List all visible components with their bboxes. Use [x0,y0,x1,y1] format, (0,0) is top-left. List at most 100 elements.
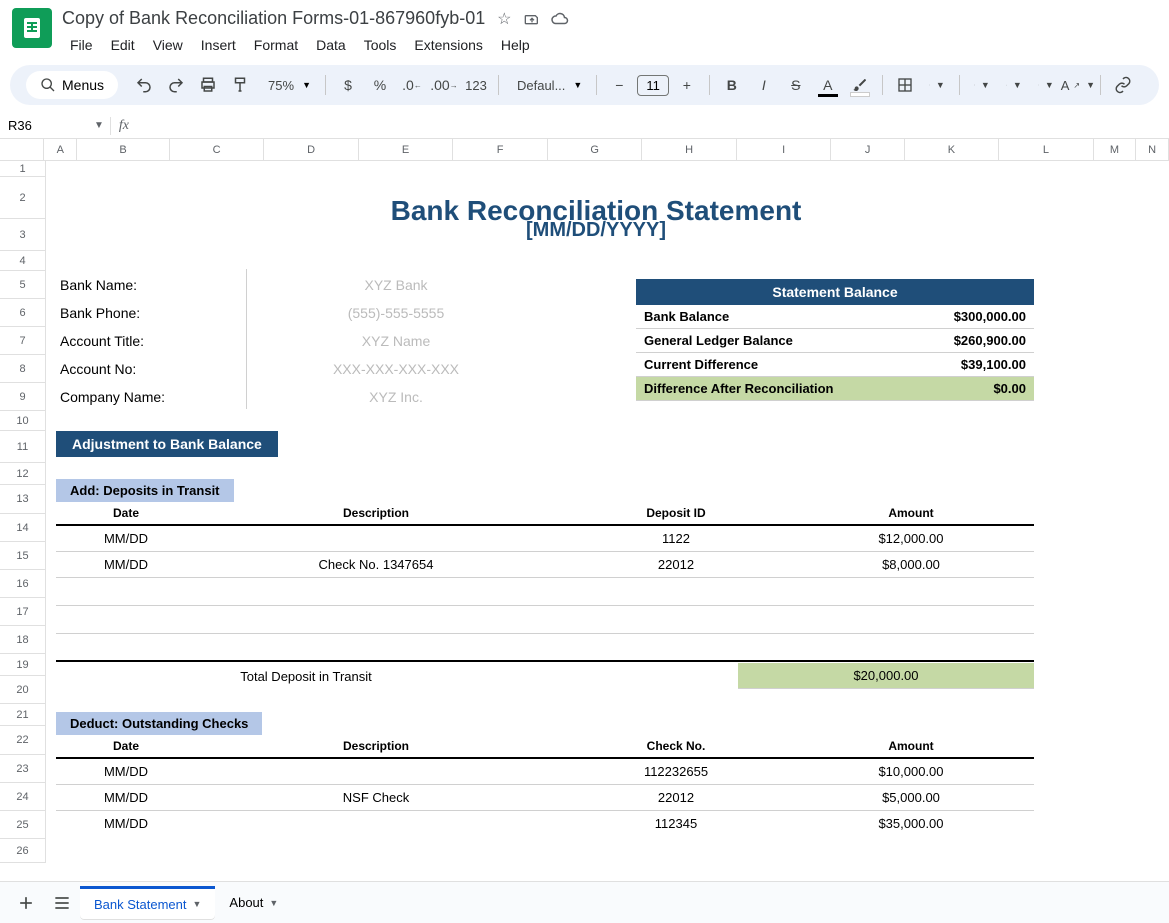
table-row[interactable]: MM/DD1122$12,000.00 [56,526,1034,552]
row-header-13[interactable]: 13 [0,485,46,514]
percent-button[interactable]: % [366,71,394,99]
row-header-4[interactable]: 4 [0,251,46,271]
sheet-title[interactable]: Bank Reconciliation Statement [46,177,1146,219]
menu-help[interactable]: Help [493,33,538,57]
col-header-H[interactable]: H [642,139,737,160]
cloud-icon[interactable] [551,10,569,28]
col-header-B[interactable]: B [77,139,170,160]
undo-button[interactable] [130,71,158,99]
paint-format-button[interactable] [226,71,254,99]
row-header-10[interactable]: 10 [0,411,46,431]
col-header-J[interactable]: J [831,139,904,160]
col-desc[interactable]: Description [196,739,556,753]
row-header-8[interactable]: 8 [0,355,46,383]
currency-button[interactable]: $ [334,71,362,99]
move-icon[interactable] [523,10,541,28]
statement-row[interactable]: Difference After Reconciliation$0.00 [636,377,1034,401]
menu-insert[interactable]: Insert [193,33,244,57]
increase-decimal-button[interactable]: .00→ [430,71,458,99]
table-row[interactable]: MM/DDCheck No. 134765422012$8,000.00 [56,552,1034,578]
row-header-23[interactable]: 23 [0,755,46,783]
text-color-button[interactable]: A [814,71,842,99]
row-header-2[interactable]: 2 [0,177,46,219]
col-id[interactable]: Check No. [556,739,796,753]
table-row[interactable]: MM/DD112232655$10,000.00 [56,759,1034,785]
bold-button[interactable]: B [718,71,746,99]
row-header-11[interactable]: 11 [0,431,46,463]
col-header-F[interactable]: F [453,139,548,160]
more-formats-button[interactable]: 123 [462,71,490,99]
col-amt[interactable]: Amount [796,506,1026,520]
row-header-25[interactable]: 25 [0,811,46,839]
col-header-N[interactable]: N [1136,139,1169,160]
row-header-7[interactable]: 7 [0,327,46,355]
total-deposit-label[interactable]: Total Deposit in Transit [56,669,556,684]
zoom-dropdown[interactable]: 75%▼ [258,74,317,97]
row-header-21[interactable]: 21 [0,704,46,726]
menu-edit[interactable]: Edit [103,33,143,57]
menu-tools[interactable]: Tools [356,33,405,57]
select-all-corner[interactable] [0,139,44,160]
wrap-button[interactable]: ▼ [1032,71,1060,99]
col-header-C[interactable]: C [170,139,265,160]
table-row[interactable] [56,634,1034,662]
fill-color-button[interactable] [846,71,874,99]
row-header-15[interactable]: 15 [0,542,46,570]
row-header-12[interactable]: 12 [0,463,46,485]
col-header-L[interactable]: L [999,139,1094,160]
row-header-17[interactable]: 17 [0,598,46,626]
rotate-button[interactable]: A↗▼ [1064,71,1092,99]
col-header-E[interactable]: E [359,139,454,160]
row-header-20[interactable]: 20 [0,676,46,704]
col-header-G[interactable]: G [548,139,643,160]
row-header-9[interactable]: 9 [0,383,46,411]
row-header-24[interactable]: 24 [0,783,46,811]
sheet-tab-about[interactable]: About▼ [215,886,292,920]
row-header-14[interactable]: 14 [0,514,46,542]
deposits-header[interactable]: Add: Deposits in Transit [56,479,234,502]
menu-extensions[interactable]: Extensions [406,33,490,57]
col-header-K[interactable]: K [905,139,1000,160]
increase-font-button[interactable]: + [673,71,701,99]
decrease-decimal-button[interactable]: .0← [398,71,426,99]
col-header-M[interactable]: M [1094,139,1136,160]
decrease-font-button[interactable]: − [605,71,633,99]
col-date[interactable]: Date [56,739,196,753]
statement-row[interactable]: General Ledger Balance$260,900.00 [636,329,1034,353]
table-row[interactable] [56,606,1034,634]
search-menus[interactable]: Menus [26,71,118,99]
table-row[interactable] [56,578,1034,606]
add-sheet-button[interactable] [8,885,44,921]
checks-header[interactable]: Deduct: Outstanding Checks [56,712,262,735]
table-row[interactable]: MM/DDNSF Check22012$5,000.00 [56,785,1034,811]
italic-button[interactable]: I [750,71,778,99]
total-deposit-amount[interactable]: $20,000.00 [738,663,1034,689]
row-header-22[interactable]: 22 [0,726,46,755]
statement-row[interactable]: Current Difference$39,100.00 [636,353,1034,377]
sheet-tab-bank-statement[interactable]: Bank Statement▼ [80,886,215,920]
star-icon[interactable]: ☆ [495,10,513,28]
font-dropdown[interactable]: Defaul...▼ [507,74,588,97]
name-box-dropdown[interactable]: ▼ [88,120,110,131]
statement-row[interactable]: Bank Balance$300,000.00 [636,305,1034,329]
redo-button[interactable] [162,71,190,99]
sheets-logo[interactable] [12,8,52,48]
adjustment-header[interactable]: Adjustment to Bank Balance [56,431,278,457]
menu-view[interactable]: View [145,33,191,57]
menu-file[interactable]: File [62,33,101,57]
row-header-3[interactable]: 3 [0,219,46,251]
strikethrough-button[interactable]: S [782,71,810,99]
statement-header[interactable]: Statement Balance [636,279,1034,305]
halign-button[interactable]: ▼ [968,71,996,99]
row-header-26[interactable]: 26 [0,839,46,863]
font-size-input[interactable]: 11 [637,75,669,96]
sheet-date[interactable]: [MM/DD/YYYY] [46,219,1146,251]
merge-button[interactable]: ▼ [923,71,951,99]
all-sheets-button[interactable] [44,885,80,921]
name-box[interactable] [0,116,88,135]
col-desc[interactable]: Description [196,506,556,520]
col-header-A[interactable]: A [44,139,77,160]
col-date[interactable]: Date [56,506,196,520]
link-button[interactable] [1109,71,1137,99]
col-amt[interactable]: Amount [796,739,1026,753]
